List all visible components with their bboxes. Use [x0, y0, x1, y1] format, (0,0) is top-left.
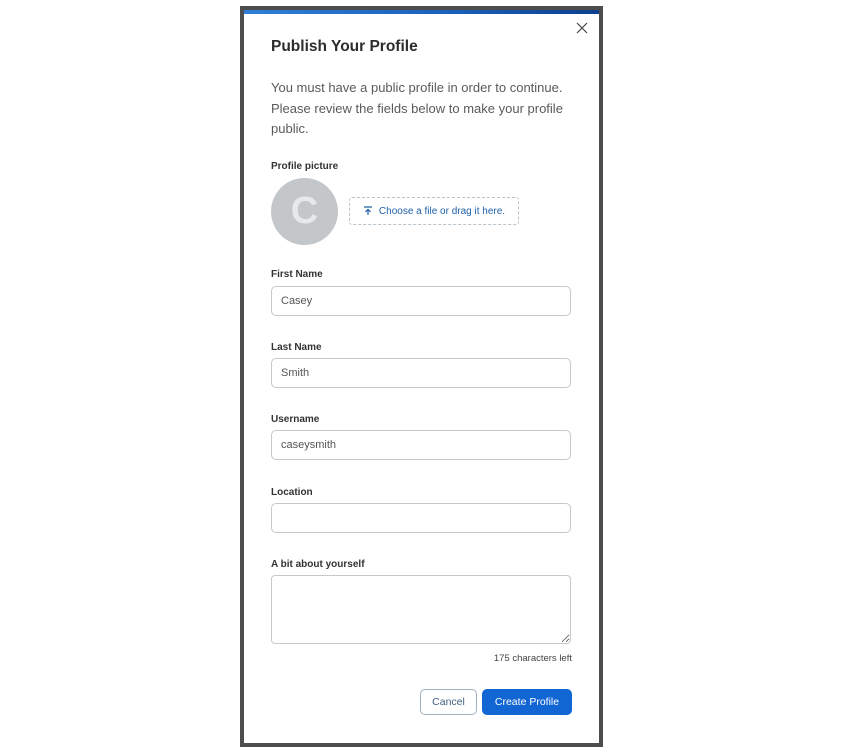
- first-name-input[interactable]: [271, 286, 571, 316]
- modal-title: Publish Your Profile: [271, 38, 418, 55]
- cancel-button[interactable]: Cancel: [420, 689, 477, 715]
- close-icon: [576, 22, 588, 34]
- avatar: C: [271, 178, 338, 245]
- about-textarea[interactable]: [271, 575, 571, 644]
- create-profile-button[interactable]: Create Profile: [482, 689, 572, 715]
- upload-icon: [363, 206, 372, 215]
- last-name-label: Last Name: [271, 342, 322, 353]
- publish-profile-modal: Publish Your Profile You must have a pub…: [244, 10, 599, 743]
- upload-label: Choose a file or drag it here.: [378, 205, 506, 217]
- about-label: A bit about yourself: [271, 559, 365, 570]
- first-name-label: First Name: [271, 269, 323, 280]
- character-counter: 175 characters left: [493, 653, 572, 664]
- location-input[interactable]: [271, 503, 571, 533]
- username-label: Username: [271, 414, 320, 425]
- close-button[interactable]: [575, 22, 589, 36]
- username-input[interactable]: [271, 430, 571, 460]
- location-label: Location: [271, 487, 313, 498]
- profile-picture-label: Profile picture: [271, 161, 339, 172]
- file-upload-dropzone[interactable]: Choose a file or drag it here.: [349, 197, 519, 225]
- modal-accent-bar: [244, 10, 599, 14]
- modal-description: You must have a public profile in order …: [271, 80, 563, 136]
- last-name-input[interactable]: [271, 358, 571, 388]
